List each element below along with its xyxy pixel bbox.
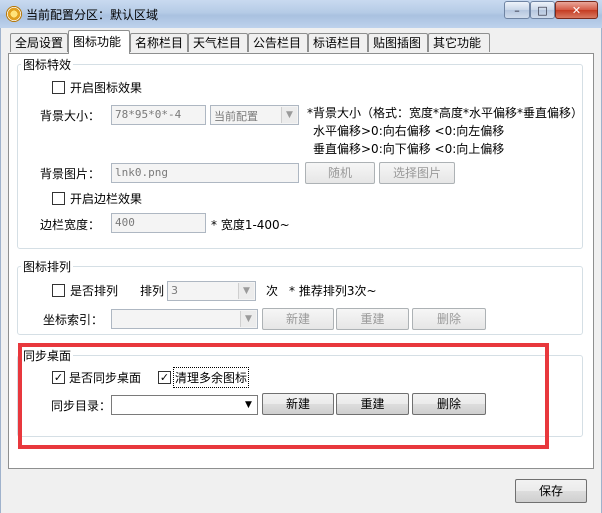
border-width-label: 边栏宽度： xyxy=(40,218,101,232)
vertical-offset-note: 垂直偏移>0:向下偏移 <0:向上偏移 xyxy=(313,142,505,156)
maximize-icon: □ xyxy=(537,3,548,17)
app-icon xyxy=(6,6,22,22)
window-title: 当前配置分区：默认区域 xyxy=(26,8,159,22)
chevron-down-icon: ▼ xyxy=(240,311,256,327)
border-width-input[interactable]: 400 xyxy=(111,213,206,233)
preset-select-value: 当前配置 xyxy=(214,110,258,123)
bg-size-label: 背景大小： xyxy=(40,109,101,123)
bg-size-input[interactable]: 78*95*0*-4 xyxy=(111,105,206,125)
save-button[interactable]: 保存 xyxy=(515,479,587,503)
horizontal-offset-note: 水平偏移>0:向右偏移 <0:向左偏移 xyxy=(313,124,505,138)
tab-other-functions[interactable]: 其它功能 xyxy=(428,33,490,52)
arrange-rebuild-button[interactable]: 重建 xyxy=(336,308,409,330)
coord-index-label: 坐标索引： xyxy=(43,313,104,327)
random-button[interactable]: 随机 xyxy=(305,162,375,184)
close-icon: ✕ xyxy=(571,3,582,17)
chevron-down-icon: ▼ xyxy=(238,283,254,299)
border-width-note: * 宽度1-400~ xyxy=(211,218,290,232)
close-button[interactable]: ✕ xyxy=(555,1,598,19)
arrange-new-button[interactable]: 新建 xyxy=(262,308,334,330)
minimize-icon: – xyxy=(514,3,520,17)
arrange-checkbox[interactable] xyxy=(52,284,65,297)
arrange-legend: 图标排列 xyxy=(21,258,74,275)
enable-border-effect-checkbox[interactable] xyxy=(52,192,65,205)
enable-icon-effect-checkbox[interactable] xyxy=(52,81,65,94)
maximize-button[interactable]: □ xyxy=(530,1,555,19)
bg-image-label: 背景图片： xyxy=(40,167,101,181)
tab-icon-function[interactable]: 图标功能 xyxy=(68,30,130,54)
bg-size-format-note: *背景大小（格式：宽度*高度*水平偏移*垂直偏移） xyxy=(307,106,584,120)
row-count-value: 3 xyxy=(171,284,178,297)
tab-panel: 图标特效 开启图标效果 背景大小： 78*95*0*-4 当前配置 ▼ *背景大… xyxy=(8,53,594,469)
tab-weather-column[interactable]: 天气栏目 xyxy=(188,33,248,52)
arrange-label: 是否排列 xyxy=(70,284,119,298)
choose-image-button[interactable]: 选择图片 xyxy=(379,162,455,184)
tab-name-column[interactable]: 名称栏目 xyxy=(130,33,188,52)
enable-icon-effect-label: 开启图标效果 xyxy=(70,81,143,95)
enable-border-effect-label: 开启边栏效果 xyxy=(70,192,143,206)
minimize-button[interactable]: – xyxy=(504,1,530,19)
tab-sticker-image[interactable]: 贴图插图 xyxy=(368,33,428,52)
row-label: 排列 xyxy=(140,284,165,298)
arrange-delete-button[interactable]: 删除 xyxy=(412,308,486,330)
title-bar[interactable]: 当前配置分区：默认区域 – □ ✕ xyxy=(0,0,602,29)
bg-image-input[interactable]: lnk0.png xyxy=(111,163,299,183)
tab-slogan-column[interactable]: 标语栏目 xyxy=(308,33,368,52)
preset-select[interactable]: 当前配置 ▼ xyxy=(210,105,299,125)
coord-index-select[interactable]: ▼ xyxy=(111,309,258,329)
tab-notice-column[interactable]: 公告栏目 xyxy=(248,33,308,52)
times-label: 次 xyxy=(266,284,279,298)
highlight-box xyxy=(18,343,549,449)
recommend-note: * 推荐排列3次~ xyxy=(289,284,377,298)
row-count-select[interactable]: 3 ▼ xyxy=(167,281,256,301)
chevron-down-icon: ▼ xyxy=(281,107,297,123)
icon-effects-legend: 图标特效 xyxy=(21,56,74,73)
tab-global-settings[interactable]: 全局设置 xyxy=(10,33,68,52)
